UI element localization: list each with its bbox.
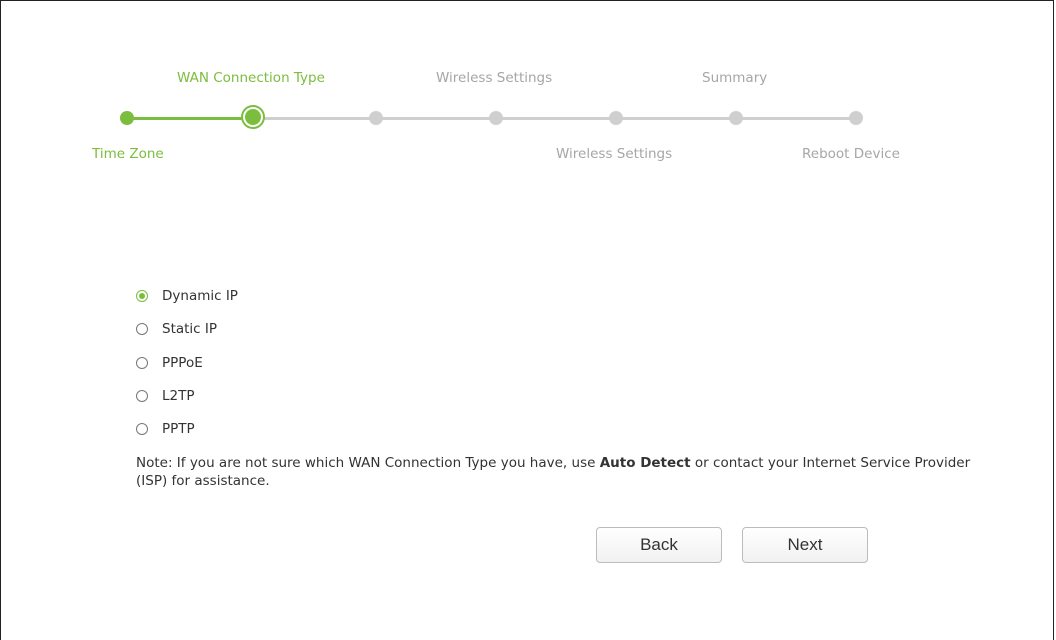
radio-label-l2tp: L2TP [162,388,195,404]
step-dot-wan-connection-type [245,109,261,125]
step-label-time-zone: Time Zone [92,146,164,162]
step-dot-5 [609,111,623,125]
step-dot-7 [849,111,863,125]
radio-option-pptp[interactable]: PPTP [136,419,195,439]
radio-button-static-ip[interactable] [136,323,148,335]
step-label-wan-connection-type: WAN Connection Type [177,70,325,86]
radio-option-static-ip[interactable]: Static IP [136,319,217,339]
radio-button-pppoe[interactable] [136,357,148,369]
radio-button-dynamic-ip[interactable] [136,290,148,302]
step-label-summary: Summary [702,70,768,86]
step-label-wireless-settings-top: Wireless Settings [436,70,553,86]
next-button[interactable]: Next [742,527,868,563]
step-dot-6 [729,111,743,125]
note-prefix: Note: If you are not sure which WAN Conn… [136,455,600,471]
radio-button-pptp[interactable] [136,423,148,435]
note-auto-detect: Auto Detect [599,455,691,471]
radio-option-l2tp[interactable]: L2TP [136,386,195,406]
radio-label-pptp: PPTP [162,421,195,437]
step-dot-time-zone [120,111,134,125]
radio-label-pppoe: PPPoE [162,355,203,371]
step-label-wireless-settings-bottom: Wireless Settings [556,146,673,162]
help-note: Note: If you are not sure which WAN Conn… [136,454,976,490]
step-label-reboot-device: Reboot Device [802,146,900,162]
step-dot-3 [369,111,383,125]
radio-label-static-ip: Static IP [162,321,218,337]
radio-label-dynamic-ip: Dynamic IP [162,288,238,304]
back-button[interactable]: Back [596,527,722,563]
radio-option-pppoe[interactable]: PPPoE [136,353,203,373]
progress-line-remaining [254,117,858,120]
radio-option-dynamic-ip[interactable]: Dynamic IP [136,286,238,306]
step-dot-4 [489,111,503,125]
progress-line-completed [127,117,254,120]
radio-button-l2tp[interactable] [136,390,148,402]
